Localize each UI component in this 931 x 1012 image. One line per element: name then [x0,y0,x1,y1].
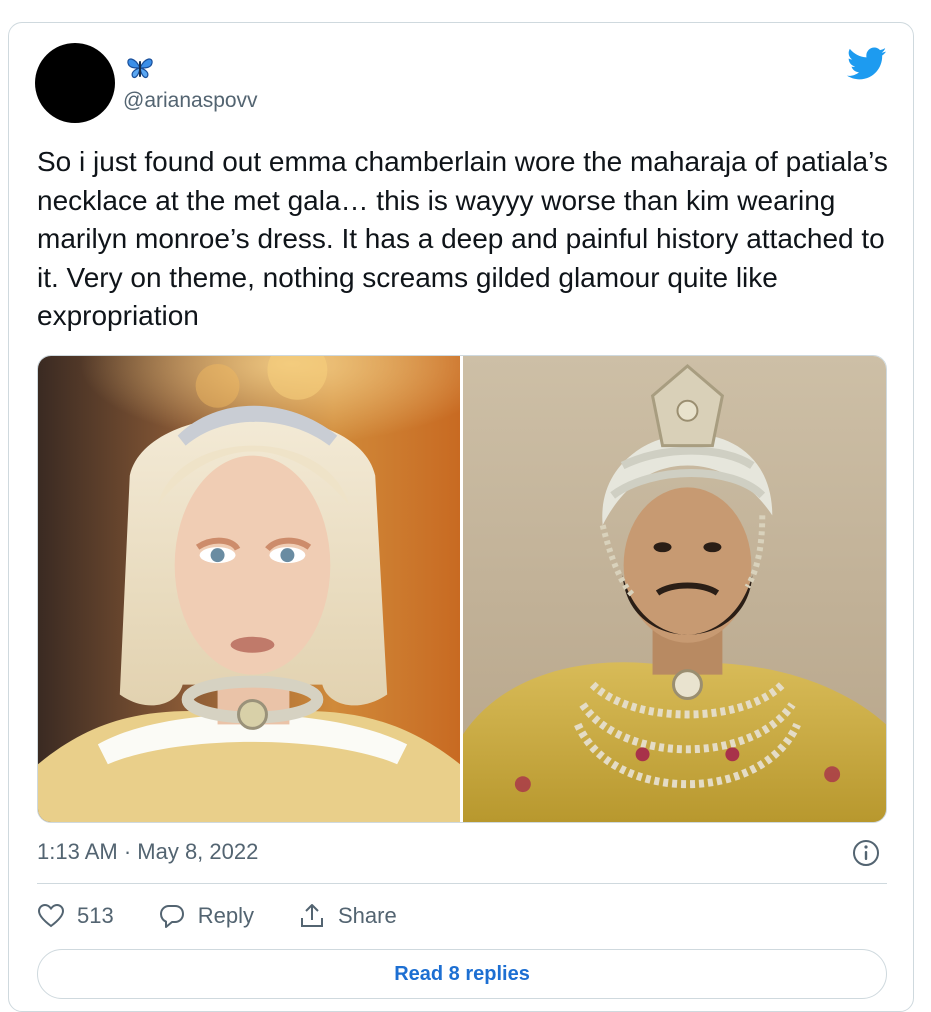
tweet-card: @arianaspovv So i just found out emma ch… [8,22,914,1012]
heart-icon [37,903,65,928]
reply-label: Reply [197,903,254,928]
display-name-butterfly-icon[interactable] [125,55,155,81]
share-button[interactable]: Share [298,902,397,930]
tweet-text: So i just found out emma chamberlain wor… [37,146,888,331]
tweet-timestamp[interactable]: 1:13 AM · May 8, 2022 [37,839,258,865]
tweet-actions: 513 Reply Share [37,899,441,933]
twitter-bird-icon[interactable] [847,47,887,81]
photo-emma-chamberlain[interactable] [38,356,460,822]
like-count: 513 [77,903,114,928]
avatar[interactable] [35,43,115,123]
user-handle[interactable]: @arianaspovv [123,89,258,113]
read-replies-button[interactable]: Read 8 replies [37,949,887,999]
photo-maharaja-of-patiala[interactable] [463,356,886,822]
divider [37,883,887,884]
reply-button[interactable]: Reply [158,902,254,930]
like-button[interactable]: 513 [37,902,114,930]
speech-bubble-icon [159,905,184,928]
share-label: Share [337,903,397,928]
info-icon[interactable] [851,838,881,868]
tweet-media[interactable] [37,355,887,823]
share-upload-icon [300,904,323,927]
